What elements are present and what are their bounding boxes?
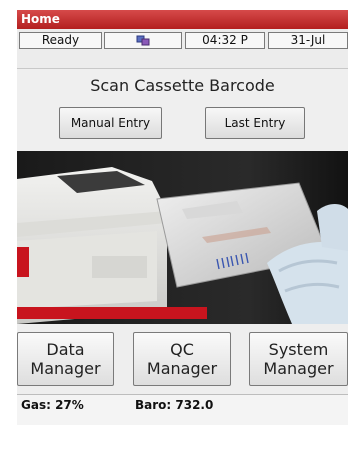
barometric-pressure: Baro: 732.0: [135, 398, 214, 412]
qc-manager-button[interactable]: QC Manager: [133, 332, 231, 386]
manual-entry-button[interactable]: Manual Entry: [59, 107, 162, 139]
title-bar: Home: [17, 10, 348, 29]
current-date: 31-Jul: [268, 32, 348, 49]
qc-manager-label-line1: QC: [170, 340, 194, 359]
data-manager-label-line2: Manager: [30, 359, 101, 378]
manager-panel: Data Manager QC Manager System Manager: [17, 324, 348, 394]
scan-panel: Scan Cassette Barcode Manual Entry Last …: [17, 69, 348, 151]
network-icon: [136, 35, 150, 46]
data-manager-label-line1: Data: [46, 340, 85, 359]
cassette-scan-image: [17, 151, 348, 324]
system-manager-button[interactable]: System Manager: [249, 332, 348, 386]
data-manager-button[interactable]: Data Manager: [17, 332, 114, 386]
system-manager-label-line2: Manager: [263, 359, 334, 378]
clock-time: 04:32 P: [185, 32, 265, 49]
status-footer: Gas: 27% Baro: 732.0: [17, 394, 348, 425]
status-bar: Ready 04:32 P 31-Jul: [17, 29, 348, 69]
system-manager-label-line1: System: [268, 340, 329, 359]
page-title: Home: [21, 12, 60, 26]
last-entry-button[interactable]: Last Entry: [205, 107, 305, 139]
network-status: [104, 32, 182, 49]
gas-level: Gas: 27%: [21, 398, 84, 412]
device-screen: Home Ready 04:32 P 31-Jul Scan Cassette …: [17, 10, 348, 451]
scan-heading: Scan Cassette Barcode: [90, 76, 275, 95]
ready-status: Ready: [19, 32, 102, 49]
qc-manager-label-line2: Manager: [146, 359, 218, 378]
